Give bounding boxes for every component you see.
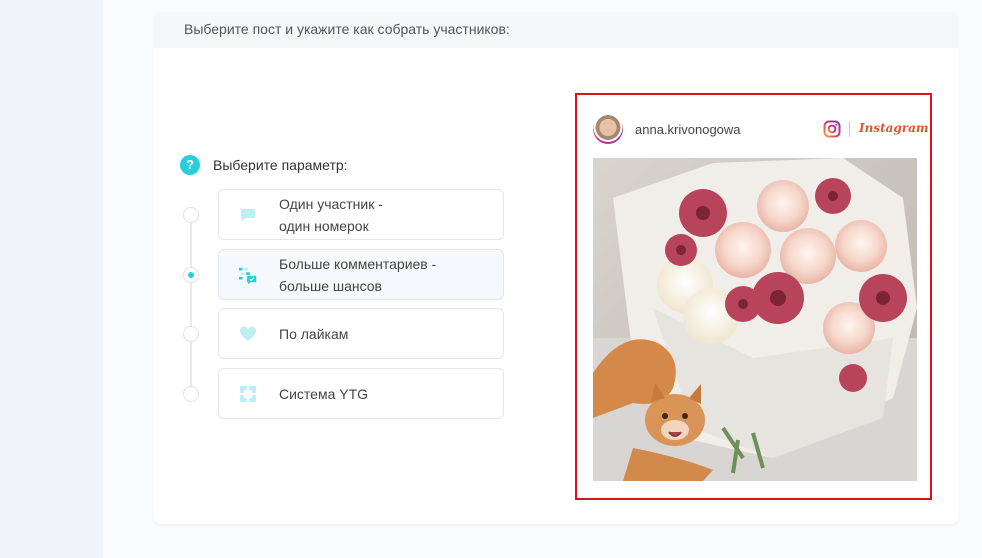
settings-card: Выберите пост и укажите как собрать учас… bbox=[154, 12, 958, 524]
option-label: Система YTG bbox=[279, 385, 369, 402]
radio-option-1[interactable] bbox=[183, 207, 199, 223]
option-by-likes[interactable]: По лайкам bbox=[218, 308, 504, 359]
comment-icon bbox=[238, 205, 258, 225]
option-label: Больше комментариев - больше шансов bbox=[279, 255, 437, 294]
heart-icon bbox=[238, 324, 258, 344]
options-rail bbox=[190, 210, 192, 396]
ytg-grid-icon bbox=[238, 384, 258, 404]
card-header: Выберите пост и укажите как собрать учас… bbox=[154, 12, 958, 48]
radio-option-3[interactable] bbox=[183, 326, 199, 342]
radio-option-4[interactable] bbox=[183, 386, 199, 402]
post-username: anna.krivonogowa bbox=[635, 122, 741, 137]
radio-option-2[interactable] bbox=[183, 267, 199, 283]
parameter-title: Выберите параметр: bbox=[213, 157, 348, 173]
option-ytg-system[interactable]: Система YTG bbox=[218, 368, 504, 419]
avatar bbox=[593, 114, 623, 144]
parameter-heading: ? Выберите параметр: bbox=[180, 155, 348, 175]
option-more-comments[interactable]: Больше комментариев - больше шансов bbox=[218, 249, 504, 300]
instagram-icon bbox=[823, 120, 841, 138]
option-label: Один участник - один номерок bbox=[279, 195, 383, 234]
comments-multiple-icon bbox=[238, 265, 258, 285]
post-photo bbox=[593, 158, 917, 481]
left-sidebar-strip bbox=[0, 0, 103, 558]
instagram-post-preview[interactable]: anna.krivonogowa Instagram bbox=[575, 93, 932, 500]
option-one-participant[interactable]: Один участник - один номерок bbox=[218, 189, 504, 240]
card-header-title: Выберите пост и укажите как собрать учас… bbox=[184, 21, 510, 37]
instagram-divider bbox=[849, 121, 850, 137]
option-label: По лайкам bbox=[279, 325, 349, 342]
help-icon[interactable]: ? bbox=[180, 155, 200, 175]
instagram-wordmark: Instagram bbox=[859, 121, 929, 135]
